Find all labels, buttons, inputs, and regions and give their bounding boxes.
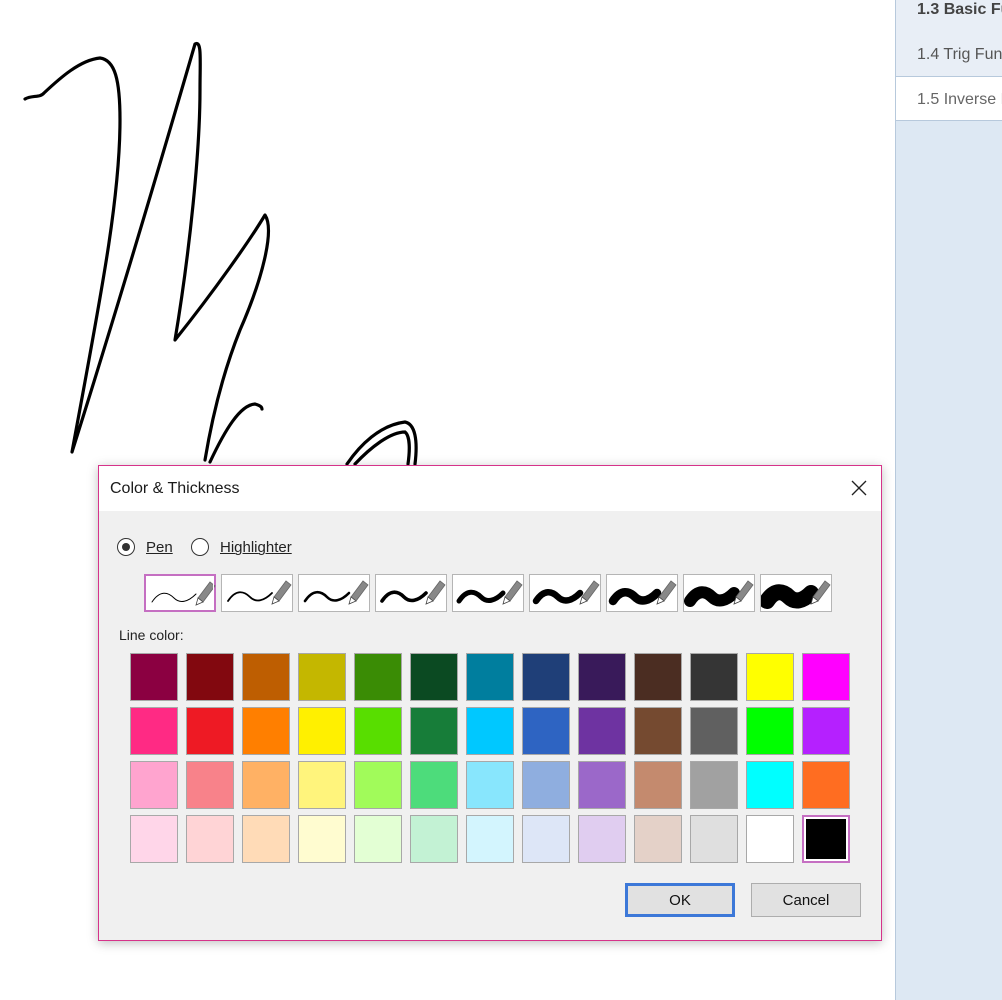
color-swatch[interactable] bbox=[690, 707, 738, 755]
color-swatch[interactable] bbox=[410, 761, 458, 809]
pen-radio[interactable] bbox=[117, 538, 135, 556]
color-swatch[interactable] bbox=[130, 761, 178, 809]
color-swatch[interactable] bbox=[802, 815, 850, 863]
thickness-option[interactable] bbox=[144, 574, 216, 612]
color-swatch[interactable] bbox=[410, 707, 458, 755]
color-swatch[interactable] bbox=[746, 761, 794, 809]
color-swatch[interactable] bbox=[522, 815, 570, 863]
line-color-label: Line color: bbox=[119, 627, 184, 643]
page-item-trig-functions[interactable]: 1.4 Trig Functions bbox=[896, 32, 1002, 77]
pen-radio-label: Pen bbox=[146, 538, 173, 556]
color-swatch[interactable] bbox=[802, 653, 850, 701]
color-thickness-dialog: Color & Thickness Pen Highlighter Line c… bbox=[98, 465, 882, 941]
color-swatch[interactable] bbox=[242, 707, 290, 755]
color-swatch[interactable] bbox=[522, 653, 570, 701]
color-swatch[interactable] bbox=[354, 707, 402, 755]
color-swatch[interactable] bbox=[186, 815, 234, 863]
color-swatch[interactable] bbox=[690, 761, 738, 809]
thickness-option[interactable] bbox=[221, 574, 293, 612]
thickness-option[interactable] bbox=[606, 574, 678, 612]
highlighter-radio-label: Highlighter bbox=[220, 538, 292, 556]
color-swatch[interactable] bbox=[186, 707, 234, 755]
color-swatch[interactable] bbox=[466, 653, 514, 701]
color-swatch[interactable] bbox=[298, 815, 346, 863]
close-button[interactable] bbox=[843, 472, 875, 504]
pen-stroke-preview-icon bbox=[151, 581, 216, 606]
color-swatch[interactable] bbox=[242, 761, 290, 809]
color-swatch[interactable] bbox=[746, 653, 794, 701]
pen-stroke-preview-icon bbox=[303, 580, 369, 605]
color-swatch[interactable] bbox=[466, 707, 514, 755]
color-swatch[interactable] bbox=[802, 761, 850, 809]
cancel-button[interactable]: Cancel bbox=[751, 883, 861, 917]
color-swatch[interactable] bbox=[298, 653, 346, 701]
ok-button[interactable]: OK bbox=[625, 883, 735, 917]
color-swatch[interactable] bbox=[466, 761, 514, 809]
color-swatch[interactable] bbox=[130, 707, 178, 755]
color-swatch[interactable] bbox=[578, 707, 626, 755]
page-item-inverse-functions[interactable]: 1.5 Inverse Functions bbox=[896, 77, 1002, 121]
color-swatch[interactable] bbox=[354, 653, 402, 701]
pen-stroke-preview-icon bbox=[684, 580, 754, 607]
color-swatch[interactable] bbox=[746, 815, 794, 863]
highlighter-radio[interactable] bbox=[191, 538, 209, 556]
thickness-option[interactable] bbox=[683, 574, 755, 612]
color-swatch[interactable] bbox=[746, 707, 794, 755]
pen-stroke-preview-icon bbox=[227, 580, 292, 605]
color-swatch[interactable] bbox=[410, 653, 458, 701]
pen-stroke-preview-icon bbox=[456, 580, 523, 605]
color-swatch[interactable] bbox=[578, 653, 626, 701]
thickness-option[interactable] bbox=[759, 574, 832, 612]
color-swatch[interactable] bbox=[186, 653, 234, 701]
color-swatch[interactable] bbox=[578, 815, 626, 863]
color-swatch[interactable] bbox=[410, 815, 458, 863]
page-item-basic-functions[interactable]: 1.3 Basic Functions bbox=[896, 0, 1002, 32]
color-swatch[interactable] bbox=[130, 815, 178, 863]
thickness-option[interactable] bbox=[298, 574, 370, 612]
color-swatch[interactable] bbox=[690, 653, 738, 701]
thickness-option[interactable] bbox=[452, 574, 524, 612]
color-swatch[interactable] bbox=[354, 815, 402, 863]
color-swatch[interactable] bbox=[522, 707, 570, 755]
color-swatch[interactable] bbox=[578, 761, 626, 809]
color-swatch[interactable] bbox=[354, 761, 402, 809]
color-swatch[interactable] bbox=[298, 707, 346, 755]
color-swatch[interactable] bbox=[242, 653, 290, 701]
page-list-pane: 1.3 Basic Functions 1.4 Trig Functions 1… bbox=[895, 0, 1002, 1000]
dialog-title: Color & Thickness bbox=[110, 480, 240, 497]
pen-stroke-preview-icon bbox=[532, 580, 600, 605]
close-icon bbox=[851, 480, 867, 496]
color-swatch[interactable] bbox=[466, 815, 514, 863]
pen-stroke-preview-icon bbox=[759, 580, 831, 609]
color-swatch[interactable] bbox=[802, 707, 850, 755]
pen-radio-option[interactable]: Pen bbox=[117, 538, 173, 556]
color-swatch[interactable] bbox=[522, 761, 570, 809]
thickness-option[interactable] bbox=[375, 574, 447, 612]
color-swatch[interactable] bbox=[634, 815, 682, 863]
thickness-option[interactable] bbox=[529, 574, 601, 612]
color-swatch[interactable] bbox=[634, 653, 682, 701]
color-swatch[interactable] bbox=[242, 815, 290, 863]
dialog-titlebar: Color & Thickness bbox=[99, 466, 881, 511]
color-swatch[interactable] bbox=[634, 707, 682, 755]
color-swatch[interactable] bbox=[634, 761, 682, 809]
color-swatch[interactable] bbox=[690, 815, 738, 863]
pen-stroke-preview-icon bbox=[380, 580, 446, 605]
color-swatch[interactable] bbox=[298, 761, 346, 809]
pen-stroke-preview-icon bbox=[608, 580, 677, 606]
color-swatch[interactable] bbox=[186, 761, 234, 809]
highlighter-radio-option[interactable]: Highlighter bbox=[191, 538, 292, 556]
color-swatch[interactable] bbox=[130, 653, 178, 701]
